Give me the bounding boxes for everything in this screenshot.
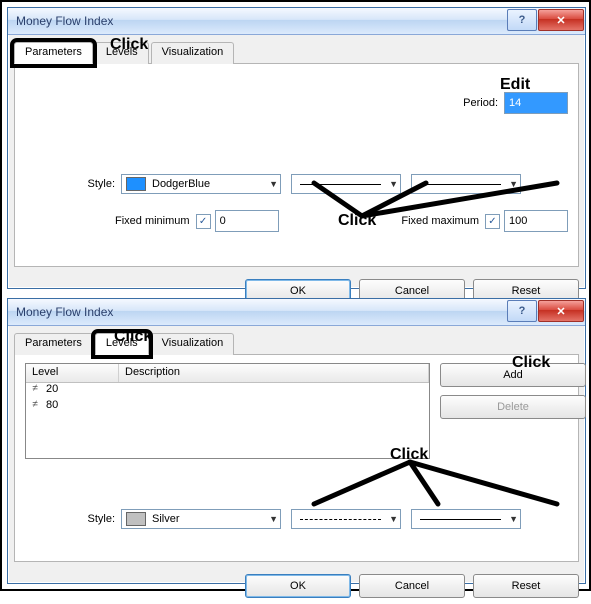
titlebar: Money Flow Index ? ✕ <box>8 299 585 326</box>
col-level[interactable]: Level <box>26 364 119 382</box>
style-label: Style: <box>25 513 115 525</box>
period-row: Period: <box>25 92 568 114</box>
dialog-buttons: OK Cancel Reset <box>8 568 585 604</box>
fixed-max-checkbox[interactable]: ✓ <box>485 214 500 229</box>
tab-visualization[interactable]: Visualization <box>151 42 235 64</box>
tab-visualization[interactable]: Visualization <box>151 333 235 355</box>
dialog-title: Money Flow Index <box>16 305 113 319</box>
color-swatch <box>126 512 146 526</box>
help-button[interactable]: ? <box>507 9 537 31</box>
line-width-combo[interactable]: ▼ <box>411 174 521 194</box>
period-label: Period: <box>463 97 498 109</box>
fixed-min-input[interactable] <box>215 210 279 232</box>
color-combo[interactable]: DodgerBlue ▼ <box>121 174 281 194</box>
help-button[interactable]: ? <box>507 300 537 322</box>
tab-content-parameters: Period: Style: DodgerBlue ▼ ▼ ▼ <box>14 64 579 267</box>
dialog-title: Money Flow Index <box>16 14 113 28</box>
period-input[interactable] <box>504 92 568 114</box>
color-name: DodgerBlue <box>152 178 265 190</box>
fixed-min-checkbox[interactable]: ✓ <box>196 214 211 229</box>
tab-parameters[interactable]: Parameters <box>14 333 93 355</box>
level-value: 80 <box>44 399 102 415</box>
style-row: Style: DodgerBlue ▼ ▼ ▼ <box>25 174 568 194</box>
color-combo[interactable]: Silver ▼ <box>121 509 281 529</box>
line-style-sample <box>300 184 381 185</box>
list-row[interactable]: ≠ 80 <box>26 399 429 415</box>
tab-content-levels: Level Description ≠ 20 ≠ 80 Add <box>14 355 579 562</box>
tab-levels[interactable]: Levels <box>95 42 149 64</box>
line-width-combo[interactable]: ▼ <box>411 509 521 529</box>
line-width-sample <box>420 519 501 520</box>
line-style-sample <box>300 519 381 520</box>
titlebar: Money Flow Index ? ✕ <box>8 8 585 35</box>
level-line-icon: ≠ <box>26 383 44 399</box>
tab-bar: Parameters Levels Visualization <box>14 41 579 64</box>
col-description[interactable]: Description <box>119 364 429 382</box>
tab-parameters[interactable]: Parameters <box>14 42 93 64</box>
tab-levels[interactable]: Levels <box>95 333 149 355</box>
color-name: Silver <box>152 513 265 525</box>
fixed-max-input[interactable] <box>504 210 568 232</box>
tab-bar: Parameters Levels Visualization <box>14 332 579 355</box>
fixed-range-row: Fixed minimum ✓ Fixed maximum ✓ <box>25 210 568 232</box>
close-button[interactable]: ✕ <box>538 300 584 322</box>
reset-button[interactable]: Reset <box>473 574 579 598</box>
dialog-levels: Money Flow Index ? ✕ Parameters Levels V… <box>7 298 586 584</box>
level-value: 20 <box>44 383 102 399</box>
delete-button[interactable]: Delete <box>440 395 586 419</box>
titlebar-buttons: ? ✕ <box>507 8 585 34</box>
dialog-parameters: Money Flow Index ? ✕ Parameters Levels V… <box>7 7 586 289</box>
line-style-combo[interactable]: ▼ <box>291 509 401 529</box>
style-row: Style: Silver ▼ ▼ ▼ <box>25 509 568 529</box>
line-width-sample <box>420 184 501 185</box>
color-swatch <box>126 177 146 191</box>
close-button[interactable]: ✕ <box>538 9 584 31</box>
titlebar-buttons: ? ✕ <box>507 299 585 325</box>
line-style-combo[interactable]: ▼ <box>291 174 401 194</box>
chevron-down-icon: ▼ <box>269 179 278 189</box>
screenshot-stage: Money Flow Index ? ✕ Parameters Levels V… <box>0 0 591 591</box>
chevron-down-icon: ▼ <box>389 514 398 524</box>
level-line-icon: ≠ <box>26 399 44 415</box>
cancel-button[interactable]: Cancel <box>359 574 465 598</box>
fixed-max-label: Fixed maximum <box>401 215 479 227</box>
chevron-down-icon: ▼ <box>389 179 398 189</box>
chevron-down-icon: ▼ <box>509 514 518 524</box>
fixed-min-label: Fixed minimum <box>115 215 190 227</box>
levels-list[interactable]: Level Description ≠ 20 ≠ 80 <box>25 363 430 459</box>
add-button[interactable]: Add <box>440 363 586 387</box>
list-row[interactable]: ≠ 20 <box>26 383 429 399</box>
list-header: Level Description <box>26 364 429 383</box>
ok-button[interactable]: OK <box>245 574 351 598</box>
style-label: Style: <box>25 178 115 190</box>
chevron-down-icon: ▼ <box>269 514 278 524</box>
chevron-down-icon: ▼ <box>509 179 518 189</box>
